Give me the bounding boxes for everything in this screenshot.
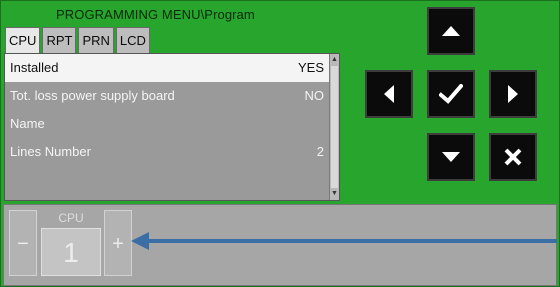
row-lines-number[interactable]: Lines Number 2 <box>5 138 331 166</box>
tab-prn[interactable]: PRN <box>78 27 114 53</box>
ok-button[interactable] <box>427 70 475 118</box>
menu-title: PROGRAMMING MENU\Program <box>56 7 255 22</box>
decrement-button[interactable]: − <box>9 210 37 276</box>
up-button[interactable] <box>427 7 475 55</box>
left-button[interactable] <box>365 70 413 118</box>
stepper-caption: CPU <box>58 211 84 225</box>
row-installed[interactable]: Installed YES <box>5 54 331 82</box>
parameter-list: Installed YES Tot. loss power supply boa… <box>4 53 340 201</box>
tab-bar: CPU RPT PRN LCD <box>5 27 152 53</box>
arrow-down-icon <box>442 152 460 162</box>
row-label: Name <box>10 116 45 131</box>
right-button[interactable] <box>489 70 537 118</box>
increment-button[interactable]: + <box>104 210 132 276</box>
row-label: Lines Number <box>10 144 91 159</box>
row-total-loss-power-supply[interactable]: Tot. loss power supply board NO <box>5 82 331 110</box>
tab-lcd[interactable]: LCD <box>115 27 150 53</box>
programming-screen: PROGRAMMING MENU\Program CPU RPT PRN LCD… <box>0 0 560 287</box>
checkmark-icon <box>439 84 463 104</box>
annotation-arrow-icon <box>131 232 557 250</box>
down-button[interactable] <box>427 133 475 181</box>
parameter-rows: Installed YES Tot. loss power supply boa… <box>5 54 331 200</box>
cross-icon <box>504 148 522 166</box>
row-name[interactable]: Name <box>5 110 331 138</box>
arrow-left-icon <box>384 85 394 103</box>
cancel-button[interactable] <box>489 133 537 181</box>
scroll-thumb[interactable] <box>331 66 338 188</box>
arrow-right-icon <box>508 85 518 103</box>
scroll-up-icon[interactable]: ▲ <box>330 55 339 65</box>
row-value: NO <box>304 88 325 103</box>
list-scrollbar[interactable]: ▲ ▼ <box>329 54 339 200</box>
row-value: YES <box>297 60 324 75</box>
arrow-up-icon <box>442 26 460 36</box>
scroll-down-icon[interactable]: ▼ <box>330 189 339 199</box>
row-label: Tot. loss power supply board <box>10 88 175 103</box>
row-value: 2 <box>316 144 324 159</box>
tab-cpu[interactable]: CPU <box>5 27 41 53</box>
tab-rpt[interactable]: RPT <box>42 27 77 53</box>
row-label: Installed <box>10 60 59 75</box>
stepper-value: 1 <box>41 228 101 276</box>
